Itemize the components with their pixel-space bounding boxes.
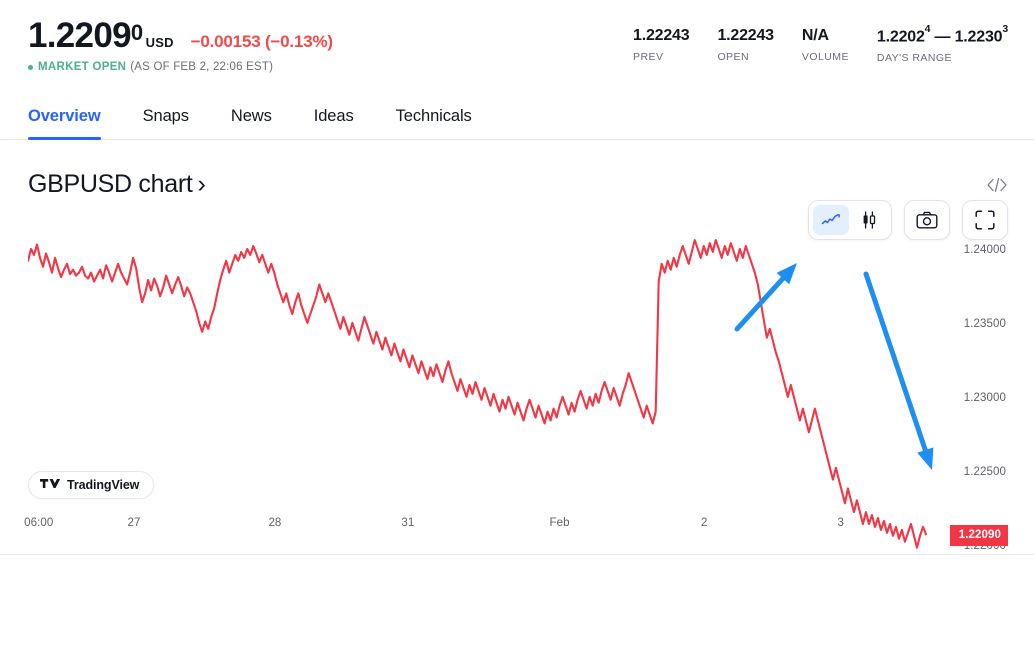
- stat-volume: N/A VOLUME: [802, 26, 849, 63]
- currency-label: USD: [146, 35, 174, 50]
- tradingview-label: TradingView: [67, 478, 139, 492]
- code-icon[interactable]: [986, 177, 1008, 193]
- market-status-row: MARKET OPEN (AS OF FEB 2, 22:06 EST): [28, 61, 333, 73]
- current-price-superscript: 0: [131, 20, 143, 46]
- quote-stats: 1.22243 PREV 1.22243 OPEN N/A VOLUME 1.2…: [633, 18, 1008, 64]
- tradingview-attribution-badge[interactable]: TradingView: [28, 471, 154, 499]
- quote-header: 1.22090USD −0.00153 (−0.13%) MARKET OPEN…: [0, 0, 1034, 92]
- stat-volume-label: VOLUME: [802, 51, 849, 63]
- market-asof-label: (AS OF FEB 2, 22:06 EST): [130, 61, 273, 73]
- tab-snaps[interactable]: Snaps: [143, 92, 189, 140]
- stat-volume-value: N/A: [802, 26, 849, 46]
- uptrend-arrow-shaft: [737, 279, 783, 329]
- current-price: 1.2209: [28, 18, 131, 53]
- quote-summary: 1.22090USD −0.00153 (−0.13%) MARKET OPEN…: [28, 18, 333, 73]
- tab-overview[interactable]: Overview: [28, 92, 101, 140]
- days-range-low: 1.2202: [877, 28, 925, 45]
- quote-page: 1.22090USD −0.00153 (−0.13%) MARKET OPEN…: [0, 0, 1034, 648]
- y-axis-tick-2: 1.23000: [964, 392, 1006, 404]
- days-range-low-superscript: 4: [925, 23, 931, 35]
- stat-days-range: 1.22024 — 1.22303 DAY'S RANGE: [877, 26, 1008, 64]
- y-axis-tick-3: 1.22500: [964, 466, 1006, 478]
- stat-prev-value: 1.22243: [633, 26, 689, 46]
- market-status-label: MARKET OPEN: [38, 61, 126, 73]
- y-axis-tick-1: 1.23500: [964, 318, 1006, 330]
- chart-title-text: GBPUSD chart: [28, 170, 193, 198]
- tab-news[interactable]: News: [231, 92, 272, 140]
- x-axis-tick-1: 27: [127, 517, 140, 529]
- downtrend-arrow-shaft: [866, 274, 925, 450]
- x-axis-tick-5: 2: [701, 517, 708, 529]
- x-axis-tick-4: Feb: [550, 517, 570, 529]
- chart-header: GBPUSD chart›: [28, 140, 1008, 199]
- days-range-high-superscript: 3: [1002, 23, 1008, 35]
- tradingview-logo-icon: [40, 479, 60, 492]
- price-line: 1.22090USD −0.00153 (−0.13%): [28, 18, 333, 53]
- x-axis-labels: 06:00 27 28 31 Feb 2 3: [28, 517, 1008, 533]
- x-axis-tick-0: 06:00: [24, 517, 53, 529]
- price-line-chart: [28, 215, 1008, 555]
- days-range-separator: —: [930, 28, 954, 45]
- stat-open-value: 1.22243: [717, 26, 773, 46]
- stat-open: 1.22243 OPEN: [717, 26, 773, 63]
- last-price-tag: 1.22090: [950, 525, 1008, 545]
- chevron-right-icon: ›: [198, 170, 206, 198]
- chart-title-link[interactable]: GBPUSD chart›: [28, 170, 206, 199]
- stat-days-range-value: 1.22024 — 1.22303: [877, 26, 1008, 47]
- section-tabs: Overview Snaps News Ideas Technicals: [0, 92, 1034, 140]
- stat-prev: 1.22243 PREV: [633, 26, 689, 63]
- x-axis-tick-2: 28: [268, 517, 281, 529]
- chart-plot-area[interactable]: 1.24000 1.23500 1.23000 1.22500 1.22000 …: [28, 215, 1008, 555]
- y-axis-tick-0: 1.24000: [964, 244, 1006, 256]
- page-bottom-divider: [0, 554, 1034, 555]
- tab-ideas[interactable]: Ideas: [314, 92, 354, 140]
- stat-open-label: OPEN: [717, 51, 773, 63]
- stat-prev-label: PREV: [633, 51, 689, 63]
- x-axis-tick-3: 31: [401, 517, 414, 529]
- price-change: −0.00153 (−0.13%): [191, 32, 333, 52]
- days-range-high: 1.2230: [955, 28, 1003, 45]
- tab-technicals[interactable]: Technicals: [396, 92, 472, 140]
- x-axis-tick-6: 3: [837, 517, 844, 529]
- market-status-dot-icon: [28, 65, 33, 70]
- chart-section: GBPUSD chart›: [0, 140, 1034, 555]
- stat-days-range-label: DAY'S RANGE: [877, 52, 1008, 64]
- y-axis-labels: 1.24000 1.23500 1.23000 1.22500 1.22000 …: [926, 215, 1008, 555]
